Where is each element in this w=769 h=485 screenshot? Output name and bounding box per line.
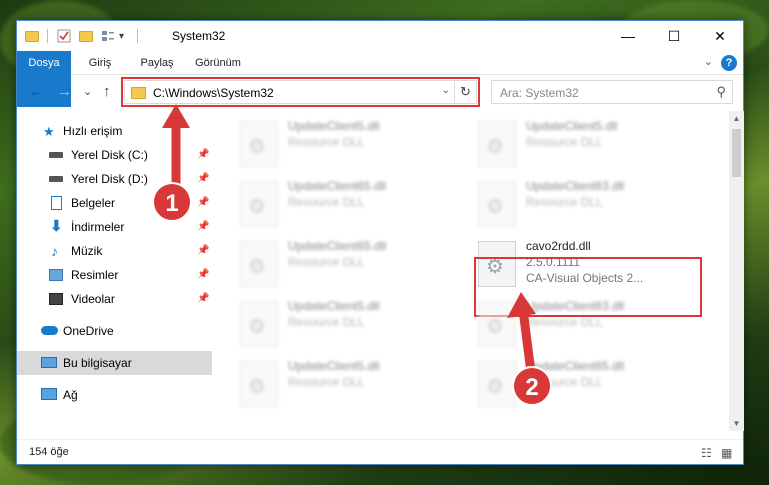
step-1-badge: 1 <box>152 182 192 222</box>
step-2-badge: 2 <box>512 366 552 406</box>
arrow-2-head <box>507 292 536 318</box>
arrow-1-head <box>162 104 190 128</box>
annotation-arrows <box>162 104 537 381</box>
